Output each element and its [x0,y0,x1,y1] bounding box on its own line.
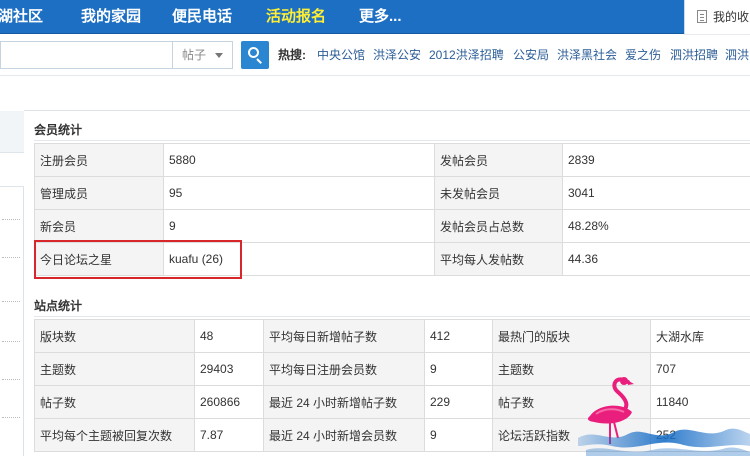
document-icon [697,10,707,23]
stat-value: 48.28% [562,209,750,243]
stat-label: 新会员 [34,209,164,243]
nav-item-community[interactable]: 湖社区 [0,0,43,34]
sidebar-block [0,153,24,187]
stat-label: 最近 24 小时新增帖子数 [263,385,425,419]
hot-link[interactable]: 泗洪招聘 [670,35,718,75]
forum-star-value[interactable]: kuafu (26) [163,242,435,276]
stat-label: 主题数 [492,352,651,386]
stat-label: 论坛活跃指数 [492,418,651,452]
search-button[interactable] [241,41,269,69]
stat-value: 260866 [194,385,264,419]
table-row: 注册会员 5880 发帖会员 2839 [34,143,750,177]
search-icon [248,47,259,58]
table-row: 今日论坛之星 kuafu (26) 平均每人发帖数 44.36 [34,242,750,276]
stat-value: 229 [424,385,493,419]
stat-value: 7.87 [194,418,264,452]
search-type-value: 帖子 [182,48,207,62]
stat-label: 平均每日注册会员数 [263,352,425,386]
my-favorites-label: 我的收 [713,10,750,24]
left-sidebar [0,111,24,456]
stat-value: 9 [163,209,435,243]
stat-value: 44.36 [562,242,750,276]
divider [0,75,750,76]
nav-item-my-home[interactable]: 我的家园 [81,0,141,34]
stat-label: 今日论坛之星 [34,242,164,276]
table-row: 版块数 48 平均每日新增帖子数 412 最热门的版块 大湖水库 [34,319,750,353]
stat-value: 11840 [650,385,750,419]
stat-label: 版块数 [34,319,195,353]
top-nav: 湖社区 我的家园 便民电话 活动报名 更多... 我的收 [0,0,750,34]
stat-label: 帖子数 [34,385,195,419]
stat-value: 707 [650,352,750,386]
stat-value: 9 [424,352,493,386]
stat-value: 252 [650,418,750,452]
stat-value: 95 [163,176,435,210]
stat-value: 3041 [562,176,750,210]
stat-value: 29403 [194,352,264,386]
nav-item-event-signup[interactable]: 活动报名 [266,0,326,34]
table-row: 平均每个主题被回复次数 7.87 最近 24 小时新增会员数 9 论坛活跃指数 … [34,418,750,452]
divider [34,140,750,141]
stat-label: 最近 24 小时新增会员数 [263,418,425,452]
stat-label: 帖子数 [492,385,651,419]
stat-label: 管理成员 [34,176,164,210]
stat-label: 平均每日新增帖子数 [263,319,425,353]
stat-label: 未发帖会员 [434,176,563,210]
hot-link[interactable]: 洪泽黑社会 [557,35,617,75]
hot-link[interactable]: 公安局 [513,35,549,75]
sidebar-block [0,111,24,153]
hot-link[interactable]: 泗洪 [725,35,749,75]
my-favorites-button[interactable]: 我的收 [684,0,750,34]
nav-item-phone[interactable]: 便民电话 [172,0,232,34]
stat-label: 注册会员 [34,143,164,177]
site-stats-table: 版块数 48 平均每日新增帖子数 412 最热门的版块 大湖水库 主题数 294… [34,319,750,452]
table-row: 管理成员 95 未发帖会员 3041 [34,176,750,210]
hot-link[interactable]: 洪泽公安 [373,35,421,75]
member-stats-table: 注册会员 5880 发帖会员 2839 管理成员 95 未发帖会员 3041 新… [34,143,750,276]
hot-link[interactable]: 中央公馆 [317,35,365,75]
stat-value: 412 [424,319,493,353]
stat-label: 平均每个主题被回复次数 [34,418,195,452]
stat-label: 发帖会员 [434,143,563,177]
stat-label: 最热门的版块 [492,319,651,353]
hot-link[interactable]: 爱之伤 [625,35,661,75]
stat-value: 2839 [562,143,750,177]
nav-item-more[interactable]: 更多... [359,0,402,34]
table-row: 新会员 9 发帖会员占总数 48.28% [34,209,750,243]
stat-value: 9 [424,418,493,452]
hot-link[interactable]: 2012洪泽招聘 [429,35,504,75]
divider [24,110,750,111]
stat-label: 平均每人发帖数 [434,242,563,276]
search-type-select[interactable]: 帖子 [172,41,233,69]
hottest-board-link[interactable]: 大湖水库 [650,319,750,353]
member-stats-title: 会员统计 [34,123,83,137]
site-stats-title: 站点统计 [34,299,83,313]
table-row: 帖子数 260866 最近 24 小时新增帖子数 229 帖子数 11840 [34,385,750,419]
search-bar: 帖子 热搜: 中央公馆 洪泽公安 2012洪泽招聘 公安局 洪泽黑社会 爱之伤 … [0,35,750,75]
search-input[interactable] [0,41,172,69]
table-row: 主题数 29403 平均每日注册会员数 9 主题数 707 [34,352,750,386]
hot-search-label: 热搜: [278,48,306,62]
stat-value: 5880 [163,143,435,177]
stat-label: 主题数 [34,352,195,386]
stat-label: 发帖会员占总数 [434,209,563,243]
caret-down-icon [215,53,223,58]
divider [34,316,750,317]
stat-value: 48 [194,319,264,353]
